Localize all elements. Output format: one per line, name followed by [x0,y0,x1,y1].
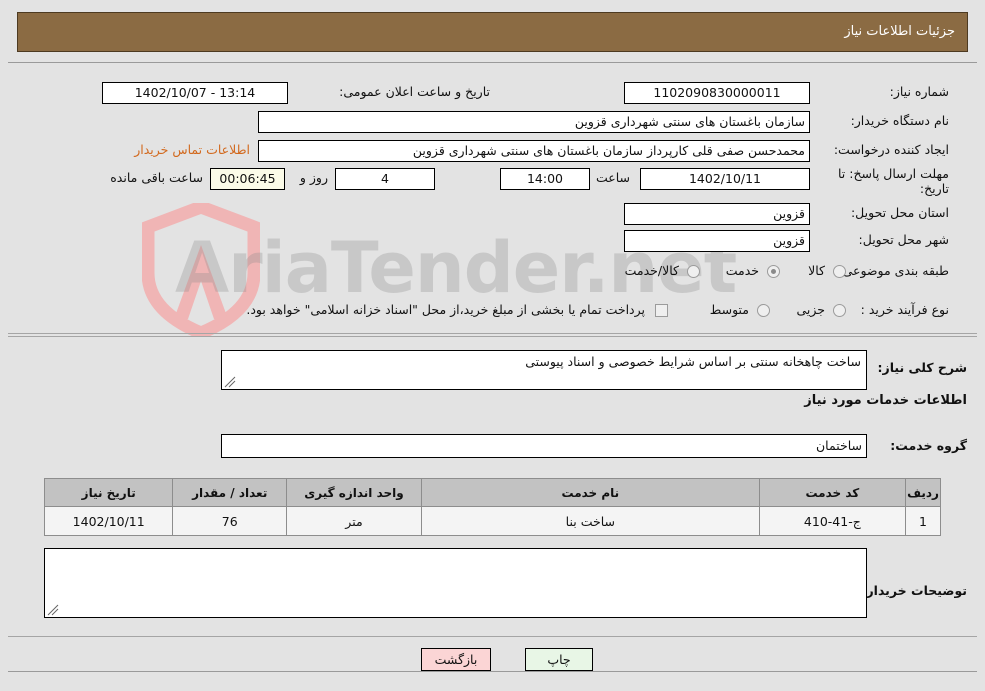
cell-row: 1 [905,506,941,536]
section-divider-3 [8,636,977,637]
page-header: جزئیات اطلاعات نیاز [17,12,968,52]
section-divider-2 [8,336,977,337]
needs-table: ردیف کد خدمت نام خدمت واحد اندازه گیری ت… [43,478,941,536]
column-header-quantity: تعداد / مقدار [172,478,288,507]
column-header-date: تاریخ نیاز [43,478,174,507]
cell-code: ج-41-410 [758,506,907,536]
table-row: 1 ج-41-410 ساخت بنا متر 76 1402/10/11 [43,506,941,536]
cell-unit: متر [286,506,422,536]
column-header-code: کد خدمت [758,478,907,507]
column-header-name: نام خدمت [420,478,760,507]
table-header-row: ردیف کد خدمت نام خدمت واحد اندازه گیری ت… [43,478,941,507]
cell-name: ساخت بنا [420,506,760,536]
main-panel [8,62,977,672]
column-header-unit: واحد اندازه گیری [286,478,422,507]
cell-quantity: 76 [172,506,288,536]
cell-date: 1402/10/11 [43,506,174,536]
section-divider-1 [8,333,977,334]
column-header-row: ردیف [905,478,941,507]
page-title: جزئیات اطلاعات نیاز [844,24,955,39]
